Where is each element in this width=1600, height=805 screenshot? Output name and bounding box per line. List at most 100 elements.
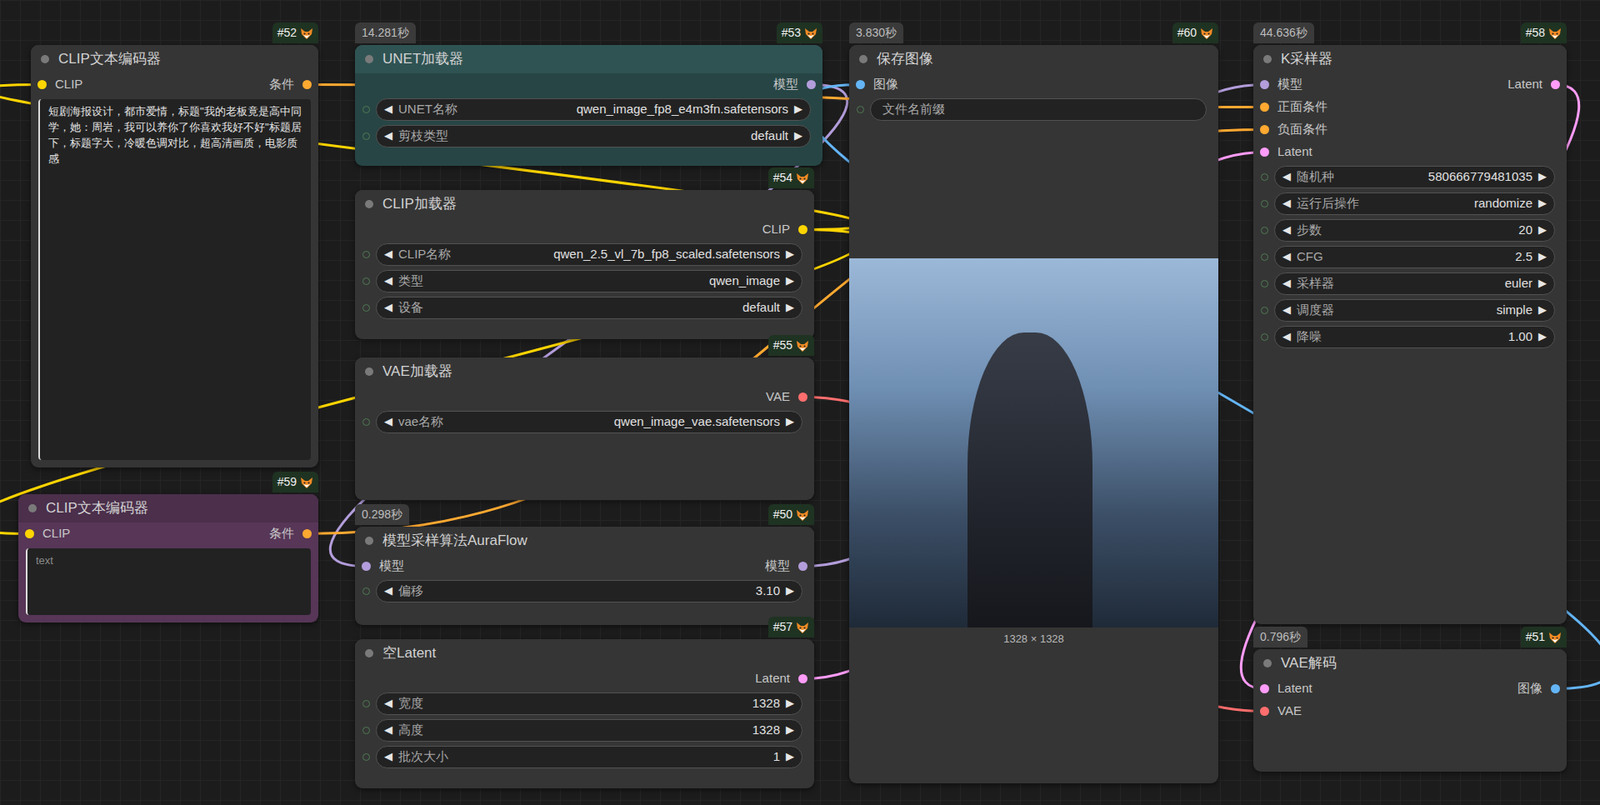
output-socket[interactable] [806, 80, 816, 90]
widget-socket[interactable] [1260, 253, 1269, 261]
input-socket[interactable] [1260, 684, 1270, 694]
decrement-button[interactable]: ◀ [1282, 195, 1291, 212]
increment-button[interactable]: ▶ [794, 100, 803, 118]
input-slot[interactable]: 图像 [855, 75, 899, 95]
output-socket[interactable] [798, 561, 808, 571]
increment-button[interactable]: ▶ [785, 582, 795, 600]
output-slot[interactable]: 条件 [269, 524, 312, 544]
value-widget[interactable]: ◀运行后操作randomize▶ [1274, 192, 1555, 215]
node[interactable]: #59CLIP文本编码器CLIP条件 [18, 494, 319, 623]
decrement-button[interactable]: ◀ [384, 272, 393, 290]
widget-socket[interactable] [1260, 333, 1269, 341]
output-slot[interactable]: 条件 [269, 75, 312, 95]
value-widget[interactable]: ◀批次大小1▶ [375, 745, 803, 769]
input-socket[interactable] [361, 561, 371, 571]
increment-button[interactable]: ▶ [1538, 328, 1547, 345]
widget-socket[interactable] [362, 277, 370, 285]
node[interactable]: 0.796秒#51VAE解码Latent图像VAE [1253, 649, 1567, 772]
widget-socket[interactable] [362, 250, 370, 259]
input-socket[interactable] [855, 80, 865, 90]
input-socket[interactable] [1260, 125, 1270, 135]
collapse-dot[interactable] [1263, 55, 1272, 64]
widget-socket[interactable] [362, 418, 370, 426]
value-widget[interactable]: ◀随机种580666779481035▶ [1274, 165, 1555, 189]
node-title-bar[interactable]: VAE加载器 [355, 357, 815, 386]
decrement-button[interactable]: ◀ [384, 100, 393, 118]
output-socket[interactable] [798, 392, 808, 402]
increment-button[interactable]: ▶ [785, 695, 795, 712]
increment-button[interactable]: ▶ [794, 127, 803, 145]
node-title-bar[interactable]: 空Latent [355, 639, 815, 668]
input-socket[interactable] [37, 80, 47, 90]
node-title-bar[interactable]: CLIP文本编码器 [30, 45, 319, 74]
input-socket[interactable] [1260, 147, 1270, 157]
decrement-button[interactable]: ◀ [1282, 248, 1291, 265]
increment-button[interactable]: ▶ [1538, 168, 1547, 185]
node[interactable]: #52CLIP文本编码器CLIP条件短剧海报设计，都市爱情，标题"我的老板竟是高… [30, 45, 319, 468]
decrement-button[interactable]: ◀ [384, 721, 393, 739]
increment-button[interactable]: ▶ [785, 272, 795, 290]
input-socket[interactable] [1260, 80, 1270, 90]
value-widget[interactable]: ◀CFG2.5▶ [1274, 245, 1555, 269]
collapse-dot[interactable] [40, 55, 50, 64]
widget-socket[interactable] [1260, 200, 1269, 208]
node-title-bar[interactable]: UNET加载器 [355, 45, 823, 74]
increment-button[interactable]: ▶ [785, 413, 795, 430]
decrement-button[interactable]: ◀ [384, 695, 393, 712]
widget-socket[interactable] [362, 587, 370, 595]
decrement-button[interactable]: ◀ [384, 127, 393, 145]
output-slot[interactable]: VAE [765, 387, 808, 407]
input-slot[interactable]: 负面条件 [1260, 120, 1328, 140]
input-slot[interactable]: Latent [1260, 679, 1313, 699]
node[interactable]: 44.636秒#58K采样器模型Latent正面条件负面条件Latent◀随机种… [1253, 45, 1567, 625]
input-slot[interactable]: Latent [1260, 142, 1313, 162]
decrement-button[interactable]: ◀ [1282, 221, 1291, 239]
collapse-dot[interactable] [859, 55, 868, 64]
widget-socket[interactable] [362, 132, 370, 140]
value-widget[interactable]: ◀剪枝类型default▶ [375, 125, 811, 148]
widget-socket[interactable] [1260, 226, 1269, 235]
node[interactable]: #55VAE加载器VAE◀vae名称qwen_image_vae.safeten… [355, 357, 815, 500]
collapse-dot[interactable] [365, 536, 374, 545]
node-title-bar[interactable]: 模型采样算法AuraFlow [355, 526, 815, 555]
value-widget[interactable]: ◀偏移3.10▶ [375, 580, 803, 603]
widget-socket[interactable] [1260, 306, 1269, 315]
output-socket[interactable] [798, 225, 808, 235]
input-slot[interactable]: 正面条件 [1260, 97, 1328, 117]
increment-button[interactable]: ▶ [1538, 221, 1547, 239]
output-socket[interactable] [1550, 684, 1560, 694]
increment-button[interactable]: ▶ [1538, 195, 1547, 212]
input-slot[interactable]: VAE [1260, 701, 1302, 721]
node-title-bar[interactable]: K采样器 [1253, 45, 1567, 74]
input-slot[interactable]: 模型 [361, 556, 405, 576]
decrement-button[interactable]: ◀ [1282, 328, 1291, 345]
output-slot[interactable]: 图像 [1517, 679, 1560, 699]
text-widget[interactable]: 文件名前缀 [870, 98, 1207, 121]
output-socket[interactable] [302, 80, 312, 90]
value-widget[interactable]: ◀采样器euler▶ [1274, 272, 1555, 295]
prompt-textarea[interactable]: 短剧海报设计，都市爱情，标题"我的老板竟是高中同学，她：周岩，我可以养你了你喜欢… [38, 99, 311, 460]
value-widget[interactable]: ◀降噪1.00▶ [1274, 325, 1555, 349]
output-slot[interactable]: Latent [755, 669, 808, 689]
preview-image[interactable] [849, 258, 1219, 628]
output-slot[interactable]: 模型 [765, 556, 808, 576]
value-widget[interactable]: ◀设备default▶ [375, 296, 803, 320]
output-slot[interactable]: Latent [1507, 75, 1560, 95]
widget-socket[interactable] [362, 105, 370, 114]
collapse-dot[interactable] [365, 200, 374, 209]
increment-button[interactable]: ▶ [1538, 275, 1547, 292]
output-socket[interactable] [302, 529, 312, 539]
value-widget[interactable]: ◀高度1328▶ [375, 719, 803, 742]
node[interactable]: #57空LatentLatent◀宽度1328▶◀高度1328▶◀批次大小1▶ [355, 639, 815, 789]
widget-socket[interactable] [856, 105, 865, 114]
decrement-button[interactable]: ◀ [384, 582, 393, 600]
node-title-bar[interactable]: VAE解码 [1253, 649, 1567, 678]
input-socket[interactable] [1260, 706, 1270, 716]
decrement-button[interactable]: ◀ [384, 413, 393, 430]
node-title-bar[interactable]: CLIP加载器 [355, 190, 815, 219]
increment-button[interactable]: ▶ [785, 721, 795, 739]
output-socket[interactable] [798, 674, 808, 684]
output-socket[interactable] [1550, 80, 1560, 90]
node-canvas[interactable]: #52CLIP文本编码器CLIP条件短剧海报设计，都市爱情，标题"我的老板竟是高… [0, 0, 1600, 805]
node[interactable]: 14.281秒#53UNET加载器模型◀UNET名称qwen_image_fp8… [355, 45, 823, 166]
